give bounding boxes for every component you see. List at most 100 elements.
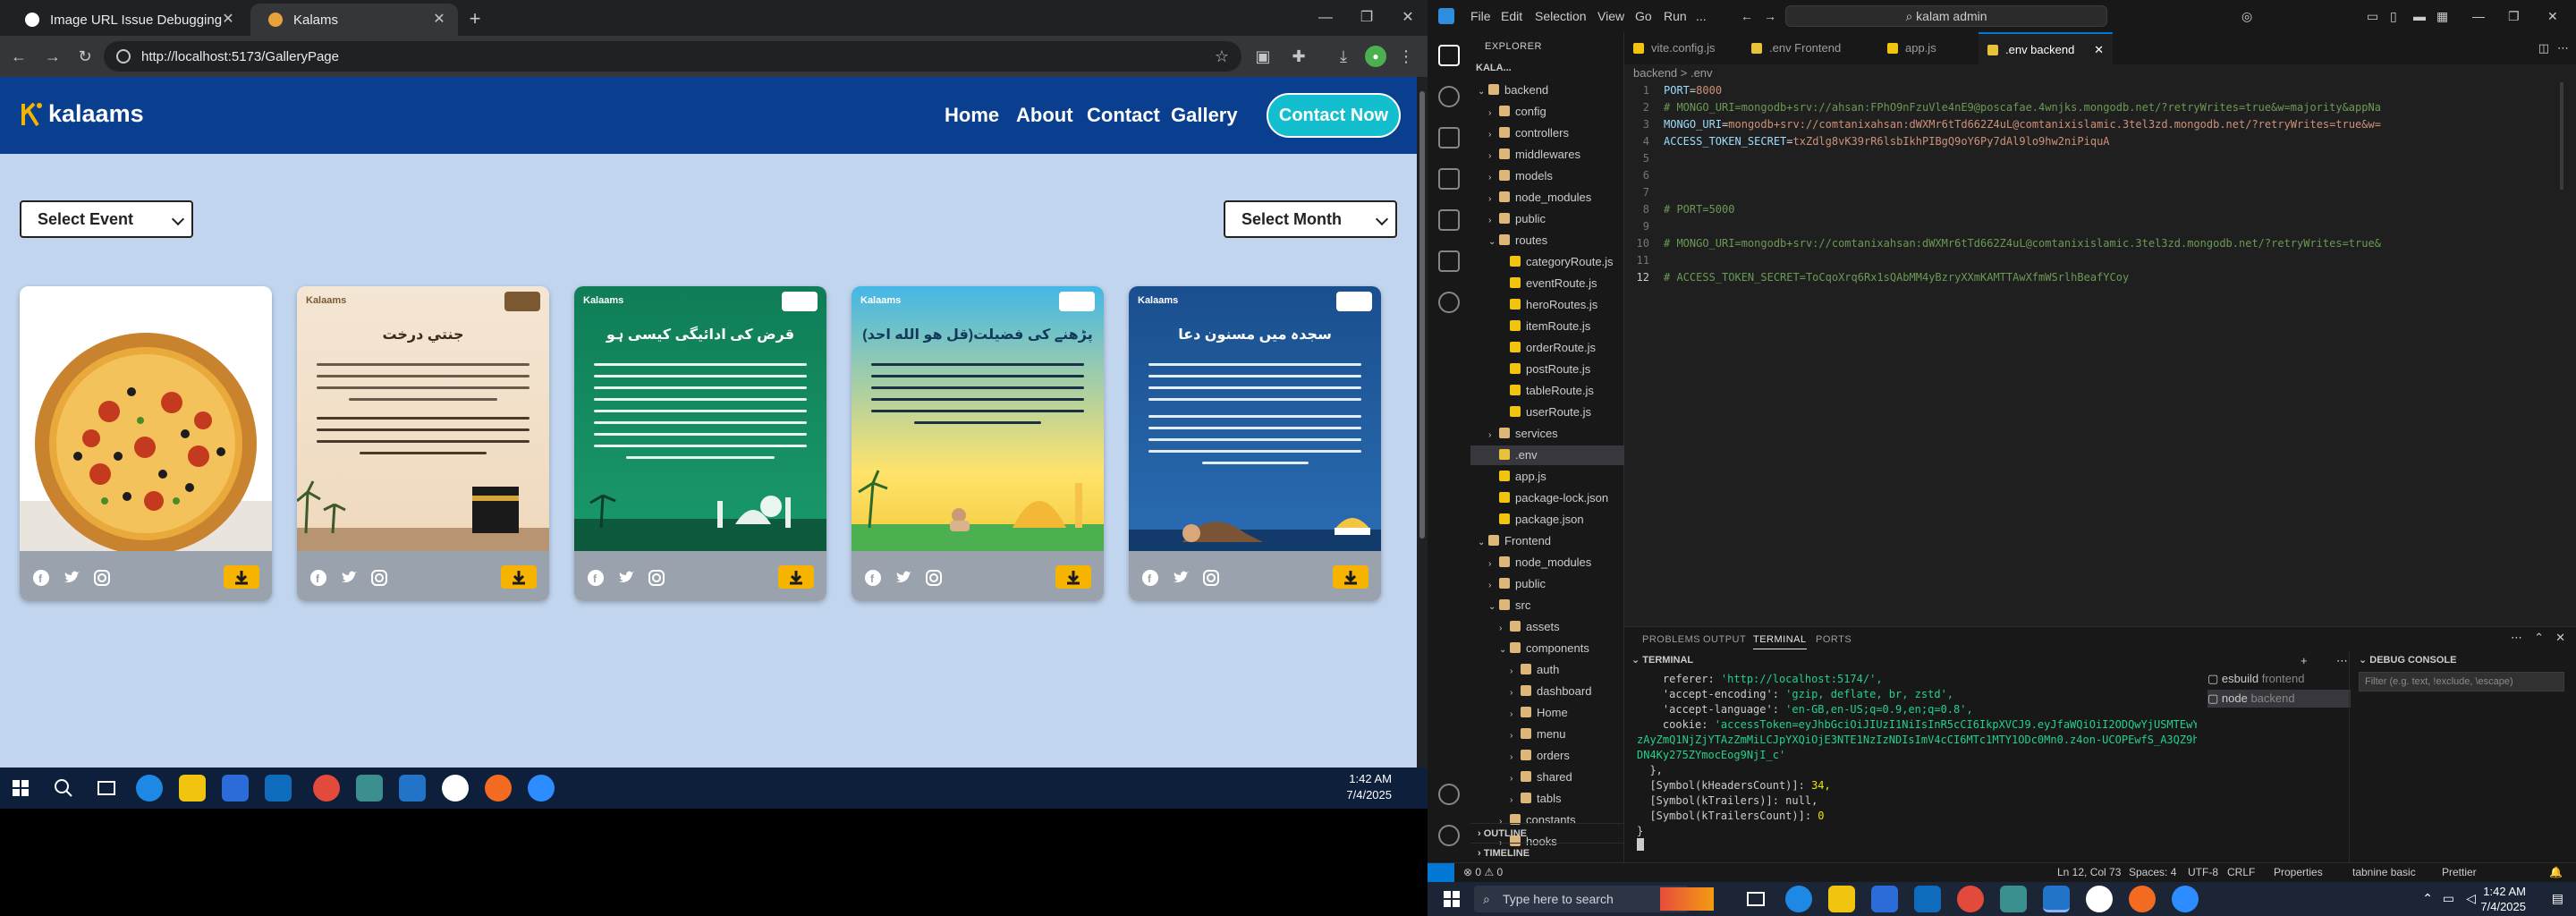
facebook-icon[interactable]: f	[587, 569, 605, 587]
restore-icon[interactable]: ❐	[2508, 9, 2520, 24]
forward-icon[interactable]: →	[41, 45, 64, 68]
tree-item[interactable]: › auth	[1470, 660, 1624, 680]
browser-tab-debugging[interactable]: Image URL Issue Debugging ✕	[7, 4, 247, 36]
restore-icon[interactable]: ❐	[1347, 5, 1386, 30]
notification-center-icon[interactable]: ▤	[2552, 891, 2563, 906]
split-editor-icon[interactable]: ◫	[2538, 41, 2549, 55]
code-line[interactable]: 11	[1624, 252, 2576, 269]
panel-tab-terminal[interactable]: TERMINAL	[1753, 634, 1807, 649]
facebook-icon[interactable]: f	[1141, 569, 1159, 587]
debug-filter-input[interactable]: Filter (e.g. text, !exclude, \escape)	[2359, 672, 2564, 691]
app-icon[interactable]	[2086, 886, 2113, 912]
nav-back-icon[interactable]: ←	[1741, 9, 1753, 23]
minimize-icon[interactable]: —	[2472, 9, 2485, 23]
timeline-section[interactable]: › TIMELINE	[1470, 843, 1624, 862]
copilot-icon[interactable]: ◎	[2241, 9, 2252, 24]
chrome-icon[interactable]	[1957, 886, 1984, 912]
zoom-icon[interactable]	[2172, 886, 2199, 912]
terminal-output[interactable]: referer: 'http://localhost:5174/', 'acce…	[1624, 672, 2197, 860]
gallery-card[interactable]: Kalaams سجدہ میں مسنون دعا f	[1129, 286, 1381, 601]
panel-tab-output[interactable]: OUTPUT	[1703, 634, 1746, 645]
code-line[interactable]: 12 # ACCESS_TOKEN_SECRET=ToCqoXrq6Rx1sQAb…	[1624, 269, 2576, 286]
task-view-icon[interactable]	[1742, 886, 1769, 912]
tree-item[interactable]: › controllers	[1470, 123, 1624, 143]
network-icon[interactable]: ▭	[2443, 891, 2454, 906]
outline-section[interactable]: › OUTLINE	[1470, 823, 1624, 843]
minimize-icon[interactable]: —	[1306, 5, 1345, 30]
gallery-card[interactable]: Kalaams (قل هو الله احد)پڑھنے کی فضیلت f	[852, 286, 1104, 601]
source-control-icon[interactable]	[1438, 127, 1460, 148]
tree-item[interactable]: ⌄ components	[1470, 639, 1624, 658]
toggle-sidebar-icon[interactable]: ▯	[2390, 9, 2397, 24]
gallery-card[interactable]: Kalaams قرض کی ادائیگی کیسی ہو f	[574, 286, 826, 601]
store-icon[interactable]	[1871, 886, 1898, 912]
tree-item[interactable]: categoryRoute.js	[1470, 252, 1624, 272]
tree-item[interactable]: › public	[1470, 574, 1624, 594]
mongodb-icon[interactable]	[1438, 292, 1460, 313]
command-center[interactable]: ⌕ kalam admin	[1785, 5, 2107, 27]
menu-dots-icon[interactable]: ⋮	[1395, 46, 1417, 67]
tree-item[interactable]: › dashboard	[1470, 682, 1624, 701]
twitter-icon[interactable]	[340, 569, 358, 587]
instagram-icon[interactable]	[1202, 569, 1220, 587]
tree-item[interactable]: › middlewares	[1470, 145, 1624, 165]
taskbar-clock[interactable]: 1:42 AM 7/4/2025	[2480, 884, 2526, 914]
code-line[interactable]: 3 MONGO_URI=mongodb+srv://comtanixahsan:d…	[1624, 116, 2576, 133]
nav-about[interactable]: About	[1016, 104, 1073, 127]
notifications-bell-icon[interactable]: 🔔	[2549, 866, 2563, 878]
instagram-icon[interactable]	[93, 569, 111, 587]
nav-home[interactable]: Home	[945, 104, 999, 127]
workspace-root[interactable]: KALA...	[1476, 63, 1512, 73]
file-explorer-icon[interactable]	[179, 775, 206, 802]
panel-tab-ports[interactable]: PORTS	[1816, 634, 1852, 645]
tree-item[interactable]: › models	[1470, 166, 1624, 186]
editor-tab-vite-config[interactable]: vite.config.js	[1624, 32, 1741, 64]
menu-more[interactable]: ...	[1696, 9, 1707, 23]
instagram-icon[interactable]	[648, 569, 665, 587]
download-icon[interactable]: ⤓	[1333, 46, 1354, 67]
gallery-card[interactable]: f	[20, 286, 272, 601]
customize-layout-icon[interactable]: ▦	[2436, 9, 2448, 24]
tree-item[interactable]: ⌄ routes	[1470, 231, 1624, 250]
facebook-icon[interactable]: f	[32, 569, 50, 587]
menu-file[interactable]: File	[1470, 9, 1491, 23]
tree-item[interactable]: .env	[1470, 445, 1624, 465]
code-line[interactable]: 4 ACCESS_TOKEN_SECRET=txZdlg8vK39rR6lsbIk…	[1624, 133, 2576, 150]
tree-item[interactable]: › node_modules	[1470, 188, 1624, 208]
terminal-more-icon[interactable]: ⋯	[2336, 654, 2348, 668]
extensions-icon[interactable]	[1438, 209, 1460, 231]
errors-count[interactable]: ⊗ 0 ⚠ 0	[1463, 866, 1503, 878]
close-tab-icon[interactable]: ✕	[220, 12, 236, 28]
tree-item[interactable]: tableRoute.js	[1470, 381, 1624, 401]
panel-tab-problems[interactable]: PROBLEMS	[1642, 634, 1700, 645]
extension-icon[interactable]: ▣	[1252, 46, 1274, 67]
browser-tab-kalams[interactable]: Kalams ✕	[250, 4, 458, 36]
menu-view[interactable]: View	[1597, 9, 1624, 23]
close-panel-icon[interactable]: ✕	[2555, 631, 2565, 645]
code-line[interactable]: 6	[1624, 167, 2576, 184]
tree-item[interactable]: › shared	[1470, 768, 1624, 787]
terminal-item-node[interactable]: ▢ node backend	[2207, 690, 2351, 708]
tree-item[interactable]: heroRoutes.js	[1470, 295, 1624, 315]
editor-tab-env-frontend[interactable]: .env Frontend	[1742, 32, 1877, 64]
remote-indicator-icon[interactable]	[1428, 863, 1454, 883]
code-line[interactable]: 5	[1624, 150, 2576, 167]
reload-icon[interactable]: ↻	[73, 45, 97, 68]
select-event-dropdown[interactable]: Select Event	[20, 200, 193, 238]
indentation[interactable]: Spaces: 4	[2129, 866, 2176, 878]
cursor-position[interactable]: Ln 12, Col 73	[2057, 866, 2121, 878]
close-window-icon[interactable]: ✕	[2547, 9, 2558, 24]
download-button[interactable]	[224, 565, 259, 589]
code-line[interactable]: 7	[1624, 184, 2576, 201]
code-line[interactable]: 2 # MONGO_URI=mongodb+srv://ahsan:FPhO9nF…	[1624, 99, 2576, 116]
twitter-icon[interactable]	[1172, 569, 1190, 587]
site-logo[interactable]: kalaams	[20, 98, 144, 129]
download-button[interactable]	[778, 565, 814, 589]
prettier-status[interactable]: Prettier	[2442, 866, 2477, 878]
tree-item[interactable]: › menu	[1470, 725, 1624, 744]
new-tab-icon[interactable]: +	[465, 9, 485, 29]
nav-contact[interactable]: Contact	[1087, 104, 1160, 127]
nav-gallery[interactable]: Gallery	[1171, 104, 1238, 127]
app-icon[interactable]	[2000, 886, 2027, 912]
edge-icon[interactable]	[1785, 886, 1812, 912]
